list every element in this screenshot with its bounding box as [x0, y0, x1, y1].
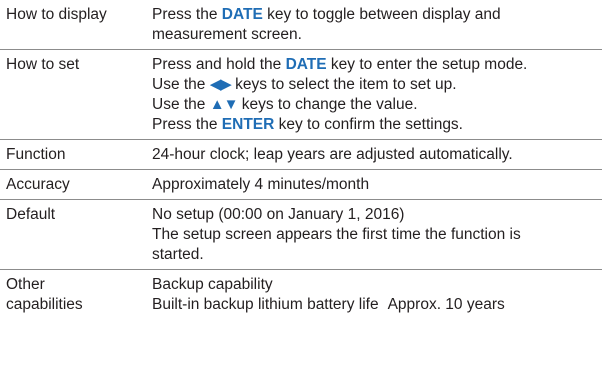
value-line: Press the DATE key to toggle between dis… — [152, 5, 598, 25]
row-label: Function — [6, 146, 66, 163]
text-fragment: key to enter the setup mode. — [326, 56, 528, 73]
value-line: Press the ENTER key to confirm the setti… — [152, 115, 598, 135]
value-line: Use the ◀▶ keys to select the item to se… — [152, 75, 598, 95]
row-label: How to display — [6, 6, 107, 23]
row-label: Other capabilities — [0, 270, 146, 320]
up-down-arrow-keys-icon: ▲▼ — [209, 96, 239, 113]
value-line: Press and hold the DATE key to enter the… — [152, 55, 598, 75]
row-value: 24-hour clock; leap years are adjusted a… — [152, 146, 513, 163]
row-label: Accuracy — [6, 176, 70, 193]
spec-row-how-to-display: How to display Press the DATE key to tog… — [0, 0, 602, 50]
left-right-arrow-keys-icon: ◀▶ — [209, 76, 232, 93]
row-label: Default — [6, 206, 56, 223]
value-line: started. — [152, 246, 204, 263]
value-line: Backup capability — [152, 276, 273, 293]
value-line: measurement screen. — [152, 26, 302, 43]
spec-row-accuracy: Accuracy Approximately 4 minutes/month — [0, 170, 602, 200]
row-value: Approximately 4 minutes/month — [152, 176, 370, 193]
value-line: Use the ▲▼ keys to change the value. — [152, 95, 598, 115]
spec-row-how-to-set: How to set Press and hold the DATE key t… — [0, 50, 602, 140]
row-value: Backup capability Built-in backup lithiu… — [146, 270, 602, 320]
label-line: Other — [6, 276, 45, 293]
text-fragment: keys to change the value. — [237, 96, 418, 113]
row-value: No setup (00:00 on January 1, 2016) The … — [146, 200, 602, 270]
spec-row-other-capabilities: Other capabilities Backup capability Bui… — [0, 270, 602, 320]
text-fragment: Press and hold the — [152, 56, 286, 73]
value-line: The setup screen appears the first time … — [152, 226, 521, 243]
value-line: No setup (00:00 on January 1, 2016) — [152, 206, 405, 223]
row-value: Press the DATE key to toggle between dis… — [146, 0, 602, 50]
enter-key-label: ENTER — [221, 116, 275, 133]
text-fragment: Use the — [152, 76, 210, 93]
date-key-label: DATE — [221, 6, 263, 23]
value-line: Built-in backup lithium battery life Appr… — [152, 295, 598, 315]
clock-spec-table: How to display Press the DATE key to tog… — [0, 0, 602, 319]
spec-row-function: Function 24-hour clock; leap years are a… — [0, 140, 602, 170]
text-fragment: Press the — [152, 116, 222, 133]
row-value: Press and hold the DATE key to enter the… — [146, 50, 602, 140]
text-fragment: key to confirm the settings. — [274, 116, 463, 133]
label-line: capabilities — [6, 296, 83, 313]
spec-row-default: Default No setup (00:00 on January 1, 20… — [0, 200, 602, 270]
text-fragment: Press the — [152, 6, 222, 23]
text-fragment: key to toggle between display and — [262, 6, 501, 23]
battery-life-value: Approx. 10 years — [387, 296, 505, 313]
battery-life-label: Built-in backup lithium battery life — [152, 296, 379, 313]
row-label: How to set — [6, 56, 80, 73]
text-fragment: Use the — [152, 96, 210, 113]
text-fragment: keys to select the item to set up. — [230, 76, 457, 93]
date-key-label: DATE — [285, 56, 327, 73]
